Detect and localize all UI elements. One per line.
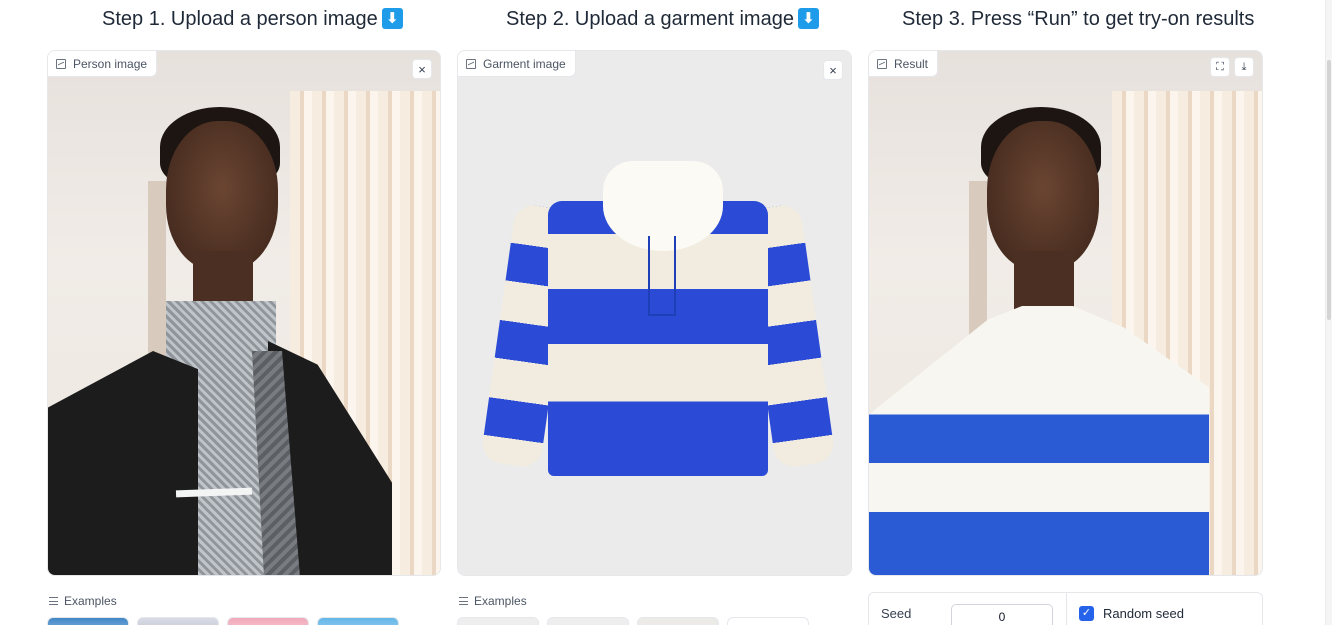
- result-image: Result ⛶ ⤓: [868, 50, 1263, 576]
- garment-example-thumb[interactable]: [547, 617, 629, 625]
- person-example-thumb[interactable]: [317, 617, 399, 625]
- random-seed-checkbox[interactable]: ✓: [1079, 606, 1094, 621]
- fullscreen-button[interactable]: ⛶: [1210, 57, 1230, 77]
- close-icon: ×: [829, 62, 837, 78]
- person-examples-label: Examples: [49, 594, 117, 608]
- person-photo: [48, 51, 440, 575]
- download-button[interactable]: ⤓: [1234, 57, 1254, 77]
- image-icon: [466, 58, 476, 69]
- arrow-down-icon: ⬇: [381, 8, 403, 29]
- fullscreen-icon: ⛶: [1216, 60, 1224, 73]
- seed-input[interactable]: [951, 604, 1053, 625]
- image-icon: [56, 58, 66, 69]
- step1-text: Step 1. Upload a person image: [102, 8, 378, 30]
- clear-person-image-button[interactable]: ×: [412, 59, 432, 79]
- scrollbar-thumb[interactable]: [1327, 60, 1331, 320]
- garment-photo: [458, 51, 851, 575]
- arrow-down-icon: ⬇: [797, 8, 819, 29]
- list-icon: [459, 597, 468, 605]
- garment-example-thumb[interactable]: [457, 617, 539, 625]
- striped-polo-shirt: [480, 161, 836, 476]
- step1-title: Step 1. Upload a person image ⬇: [102, 8, 403, 31]
- result-photo: [869, 51, 1262, 575]
- result-label: Result: [869, 51, 939, 77]
- close-icon: ×: [418, 61, 426, 77]
- seed-label: Seed: [881, 606, 912, 621]
- person-example-thumb[interactable]: [137, 617, 219, 625]
- garment-image-upload[interactable]: Garment image ×: [457, 50, 852, 576]
- garment-image-label: Garment image: [458, 51, 576, 77]
- clear-garment-image-button[interactable]: ×: [823, 60, 843, 80]
- page-scrollbar[interactable]: [1325, 0, 1332, 625]
- download-icon: ⤓: [1241, 60, 1247, 73]
- person-example-thumb[interactable]: [47, 617, 129, 625]
- garment-example-thumb[interactable]: [727, 617, 809, 625]
- list-icon: [49, 597, 58, 605]
- garment-example-thumb[interactable]: [637, 617, 719, 625]
- person-image-upload[interactable]: Person image ×: [47, 50, 441, 576]
- person-example-thumb[interactable]: [227, 617, 309, 625]
- person-image-label: Person image: [48, 51, 158, 77]
- random-seed-label: Random seed: [1103, 606, 1184, 621]
- image-icon: [877, 58, 887, 69]
- step2-text: Step 2. Upload a garment image: [506, 8, 794, 30]
- step2-title: Step 2. Upload a garment image ⬇: [506, 8, 819, 31]
- settings-row: Seed ✓ Random seed: [868, 592, 1263, 625]
- step3-title: Step 3. Press “Run” to get try-on result…: [902, 8, 1255, 30]
- garment-examples-label: Examples: [459, 594, 527, 608]
